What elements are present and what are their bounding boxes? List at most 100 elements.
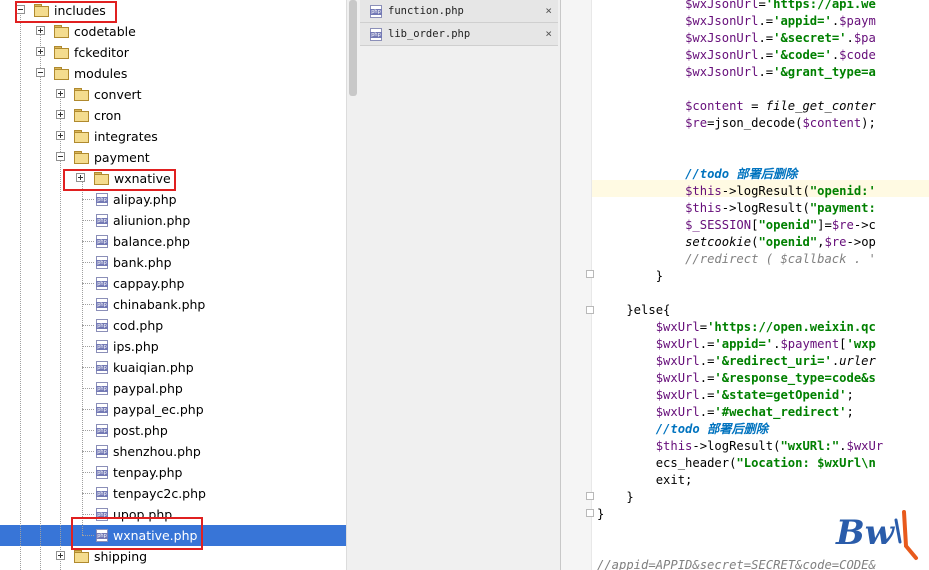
fold-marker[interactable] <box>586 492 594 500</box>
code-token: 'https://open.weixin.qc <box>707 320 876 334</box>
expand-plus-icon[interactable] <box>56 89 65 98</box>
code-token: $wxUr <box>846 439 884 453</box>
tree-item-cod-php[interactable]: php cod.php <box>0 315 346 336</box>
tree-scrollbar-thumb[interactable] <box>349 0 357 96</box>
collapse-minus-icon[interactable] <box>36 68 45 77</box>
code-token: ->logResult( <box>692 439 781 453</box>
code-token: 'https://api.we <box>765 0 876 11</box>
tree-item-label: ips.php <box>113 339 159 354</box>
tree-item-tenpay-php[interactable]: php tenpay.php <box>0 462 346 483</box>
code-token: "openid" <box>758 218 818 232</box>
code-token: $re <box>685 116 708 130</box>
code-token: . <box>846 31 854 45</box>
php-file-icon: php <box>96 466 108 479</box>
tree-item-label: codetable <box>74 24 136 39</box>
code-token: $content <box>802 116 862 130</box>
code-line: } <box>597 489 633 506</box>
expand-plus-icon[interactable] <box>56 110 65 119</box>
folder-icon <box>54 25 69 38</box>
code-token: $re <box>831 218 854 232</box>
code-line: $wxJsonUrl.='&grant_type=a <box>597 64 876 81</box>
bwj-watermark-logo: Bw <box>835 510 918 560</box>
tree-item-label: chinabank.php <box>113 297 206 312</box>
tab-label: function.php <box>388 5 464 17</box>
php-file-icon: php <box>96 214 108 227</box>
tab-lib-order-php[interactable]: php lib_order.php × <box>360 23 558 46</box>
tree-item-convert[interactable]: convert <box>0 84 346 105</box>
code-line: $wxUrl.='appid='.$payment['wxp <box>597 336 876 353</box>
code-line: $wxJsonUrl.='&secret='.$pa <box>597 30 876 47</box>
code-line: exit; <box>597 472 693 489</box>
fold-marker[interactable] <box>586 306 594 314</box>
php-file-icon: php <box>96 235 108 248</box>
php-file-icon: php <box>96 298 108 311</box>
close-icon[interactable]: × <box>545 23 552 45</box>
tree-item-cron[interactable]: cron <box>0 105 346 126</box>
fold-marker[interactable] <box>586 509 594 517</box>
tab-label: lib_order.php <box>388 28 471 40</box>
folder-icon <box>74 550 89 563</box>
code-token: ecs_header( <box>655 456 737 470</box>
tree-item-tenpayc2c-php[interactable]: php tenpayc2c.php <box>0 483 346 504</box>
expand-plus-icon[interactable] <box>36 47 45 56</box>
tree-item-balance-php[interactable]: php balance.php <box>0 231 346 252</box>
tree-item-cappay-php[interactable]: php cappay.php <box>0 273 346 294</box>
close-icon[interactable]: × <box>545 0 552 22</box>
tree-item-bank-php[interactable]: php bank.php <box>0 252 346 273</box>
project-tree[interactable]: includes codetable fckeditor modules convert… <box>0 0 346 570</box>
expand-plus-icon[interactable] <box>56 131 65 140</box>
tree-item-paypal-ec-php[interactable]: php paypal_ec.php <box>0 399 346 420</box>
tree-item-ips-php[interactable]: php ips.php <box>0 336 346 357</box>
code-token: $this <box>655 439 693 453</box>
tree-item-paypal-php[interactable]: php paypal.php <box>0 378 346 399</box>
tree-item-alipay-php[interactable]: php alipay.php <box>0 189 346 210</box>
code-line: $re=json_decode($content); <box>597 115 876 132</box>
tree-item-payment[interactable]: payment <box>0 147 346 168</box>
tree-item-label: convert <box>94 87 142 102</box>
code-line: ecs_header("Location: $wxUrl\n <box>597 455 876 472</box>
tree-item-kuaiqian-php[interactable]: php kuaiqian.php <box>0 357 346 378</box>
annotation-box-includes <box>15 1 117 23</box>
code-token: ; <box>846 405 854 419</box>
tree-item-label: tenpay.php <box>113 465 183 480</box>
tree-item-fckeditor[interactable]: fckeditor <box>0 42 346 63</box>
code-token: .= <box>758 31 774 45</box>
code-token: $wxJsonUrl <box>685 65 759 79</box>
tree-item-label: cron <box>94 108 122 123</box>
expand-plus-icon[interactable] <box>36 26 45 35</box>
tree-item-chinabank-php[interactable]: php chinabank.php <box>0 294 346 315</box>
php-file-icon: php <box>96 361 108 374</box>
tree-item-codetable[interactable]: codetable <box>0 21 346 42</box>
code-token: ->op <box>846 235 876 249</box>
code-token: ->logResult( <box>721 201 810 215</box>
tab-function-php[interactable]: php function.php × <box>360 0 558 23</box>
collapse-minus-icon[interactable] <box>56 152 65 161</box>
code-editor[interactable]: $wxJsonUrl='https://api.we $wxJsonUrl.='… <box>561 0 929 570</box>
code-token: .= <box>699 354 715 368</box>
code-line: $wxUrl='https://open.weixin.qc <box>597 319 876 336</box>
code-token: $wxJsonUrl <box>685 48 759 62</box>
code-token: $payment <box>780 337 840 351</box>
php-file-icon: php <box>96 382 108 395</box>
code-token: $wxJsonUrl <box>685 14 759 28</box>
code-line: } <box>597 506 604 523</box>
code-token: .= <box>758 65 774 79</box>
expand-plus-icon[interactable] <box>56 551 65 560</box>
tree-item-label: post.php <box>113 423 168 438</box>
code-line: $_SESSION["openid"]=$re->c <box>597 217 876 234</box>
tree-item-aliunion-php[interactable]: php aliunion.php <box>0 210 346 231</box>
code-token: $wxUrl <box>655 405 700 419</box>
code-token: '&grant_type=a <box>773 65 876 79</box>
tree-item-shenzhou-php[interactable]: php shenzhou.php <box>0 441 346 462</box>
fold-marker[interactable] <box>586 270 594 278</box>
tree-item-post-php[interactable]: php post.php <box>0 420 346 441</box>
tree-item-integrates[interactable]: integrates <box>0 126 346 147</box>
tree-item-modules[interactable]: modules <box>0 63 346 84</box>
code-line: $wxJsonUrl.='&code='.$code <box>597 47 876 64</box>
